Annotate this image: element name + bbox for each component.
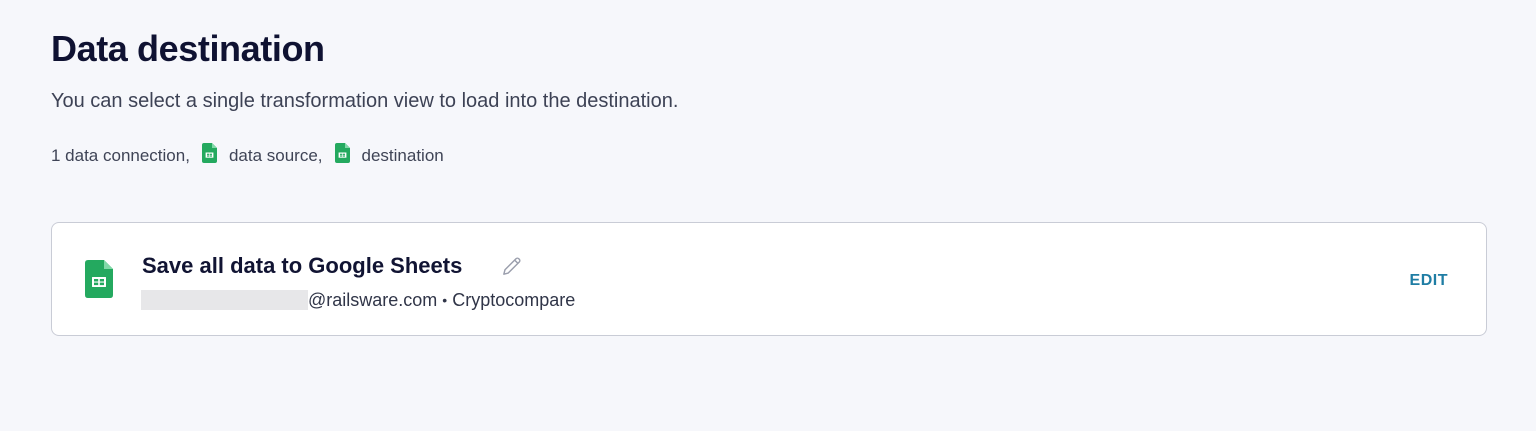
connection-summary: 1 data connection, data source, destinat… — [51, 142, 444, 170]
google-sheets-icon — [334, 143, 350, 163]
destination-card[interactable]: Save all data to Google Sheets @railswar… — [51, 222, 1487, 336]
page-subtitle: You can select a single transformation v… — [51, 90, 679, 112]
data-destination-page: Data destination You can select a single… — [0, 0, 1536, 431]
google-sheets-icon — [201, 143, 217, 163]
meta-separator: • — [442, 292, 448, 308]
destination-title: Save all data to Google Sheets — [142, 253, 463, 278]
page-title: Data destination — [51, 28, 325, 69]
data-source-text: data source, — [228, 146, 323, 165]
email-suffix: @railsware.com — [308, 290, 438, 310]
connections-count-text: 1 data connection, — [51, 146, 190, 165]
connector-name: Cryptocompare — [452, 290, 576, 310]
destination-text: destination — [361, 146, 444, 165]
edit-button[interactable]: EDIT — [1410, 271, 1448, 291]
redacted-email-prefix — [141, 290, 308, 310]
pencil-icon[interactable] — [500, 255, 523, 278]
destination-meta: @railsware.com • Cryptocompare — [141, 288, 575, 312]
google-sheets-icon — [85, 260, 113, 298]
